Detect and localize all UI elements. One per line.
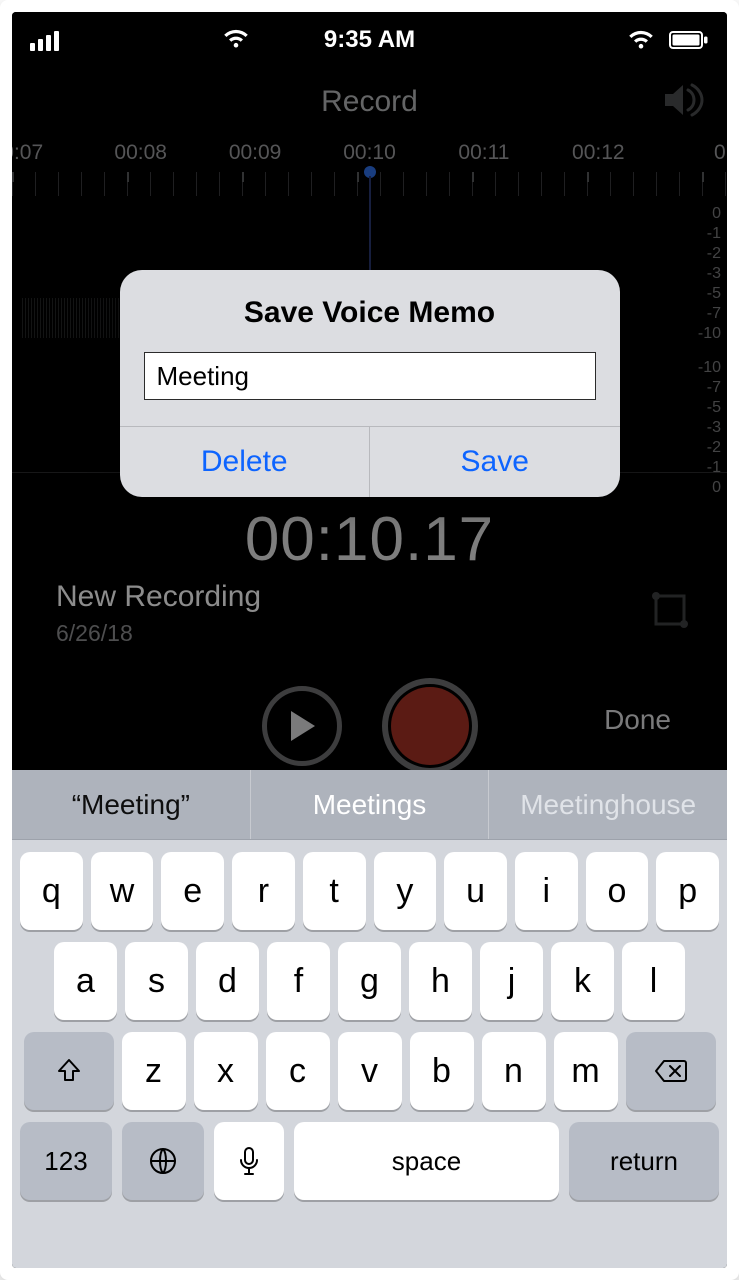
key-l[interactable]: l <box>622 942 685 1020</box>
key-z[interactable]: z <box>122 1032 186 1110</box>
key-y[interactable]: y <box>374 852 437 930</box>
suggestion-bar: “Meeting” Meetings Meetinghouse <box>12 770 727 840</box>
delete-button[interactable]: Delete <box>120 427 370 497</box>
key-o[interactable]: o <box>586 852 649 930</box>
key-g[interactable]: g <box>338 942 401 1020</box>
key-e[interactable]: e <box>161 852 224 930</box>
save-memo-dialog: Save Voice Memo Delete Save <box>120 270 620 497</box>
status-bar: 9:35 AM <box>12 12 727 68</box>
key-f[interactable]: f <box>267 942 330 1020</box>
key-r[interactable]: r <box>232 852 295 930</box>
key-h[interactable]: h <box>409 942 472 1020</box>
key-p[interactable]: p <box>656 852 719 930</box>
suggestion-3[interactable]: Meetinghouse <box>489 770 727 839</box>
dictation-key[interactable] <box>214 1122 284 1200</box>
key-u[interactable]: u <box>444 852 507 930</box>
key-v[interactable]: v <box>338 1032 402 1110</box>
status-time: 9:35 AM <box>12 26 727 54</box>
key-s[interactable]: s <box>125 942 188 1020</box>
key-b[interactable]: b <box>410 1032 474 1110</box>
globe-key[interactable] <box>122 1122 204 1200</box>
key-t[interactable]: t <box>303 852 366 930</box>
key-n[interactable]: n <box>482 1032 546 1110</box>
key-m[interactable]: m <box>554 1032 618 1110</box>
keyboard: “Meeting” Meetings Meetinghouse qwertyui… <box>12 770 727 1268</box>
key-q[interactable]: q <box>20 852 83 930</box>
shift-key[interactable] <box>24 1032 114 1110</box>
key-x[interactable]: x <box>194 1032 258 1110</box>
backspace-key[interactable] <box>626 1032 716 1110</box>
suggestion-1[interactable]: “Meeting” <box>12 770 251 839</box>
space-key[interactable]: space <box>294 1122 559 1200</box>
dialog-title: Save Voice Memo <box>120 270 620 352</box>
numbers-key[interactable]: 123 <box>20 1122 112 1200</box>
memo-name-input[interactable] <box>144 352 596 400</box>
key-j[interactable]: j <box>480 942 543 1020</box>
key-c[interactable]: c <box>266 1032 330 1110</box>
save-button[interactable]: Save <box>369 427 620 497</box>
key-w[interactable]: w <box>91 852 154 930</box>
key-k[interactable]: k <box>551 942 614 1020</box>
key-d[interactable]: d <box>196 942 259 1020</box>
return-key[interactable]: return <box>569 1122 719 1200</box>
suggestion-2[interactable]: Meetings <box>251 770 490 839</box>
key-i[interactable]: i <box>515 852 578 930</box>
wifi-icon <box>222 28 250 50</box>
key-a[interactable]: a <box>54 942 117 1020</box>
